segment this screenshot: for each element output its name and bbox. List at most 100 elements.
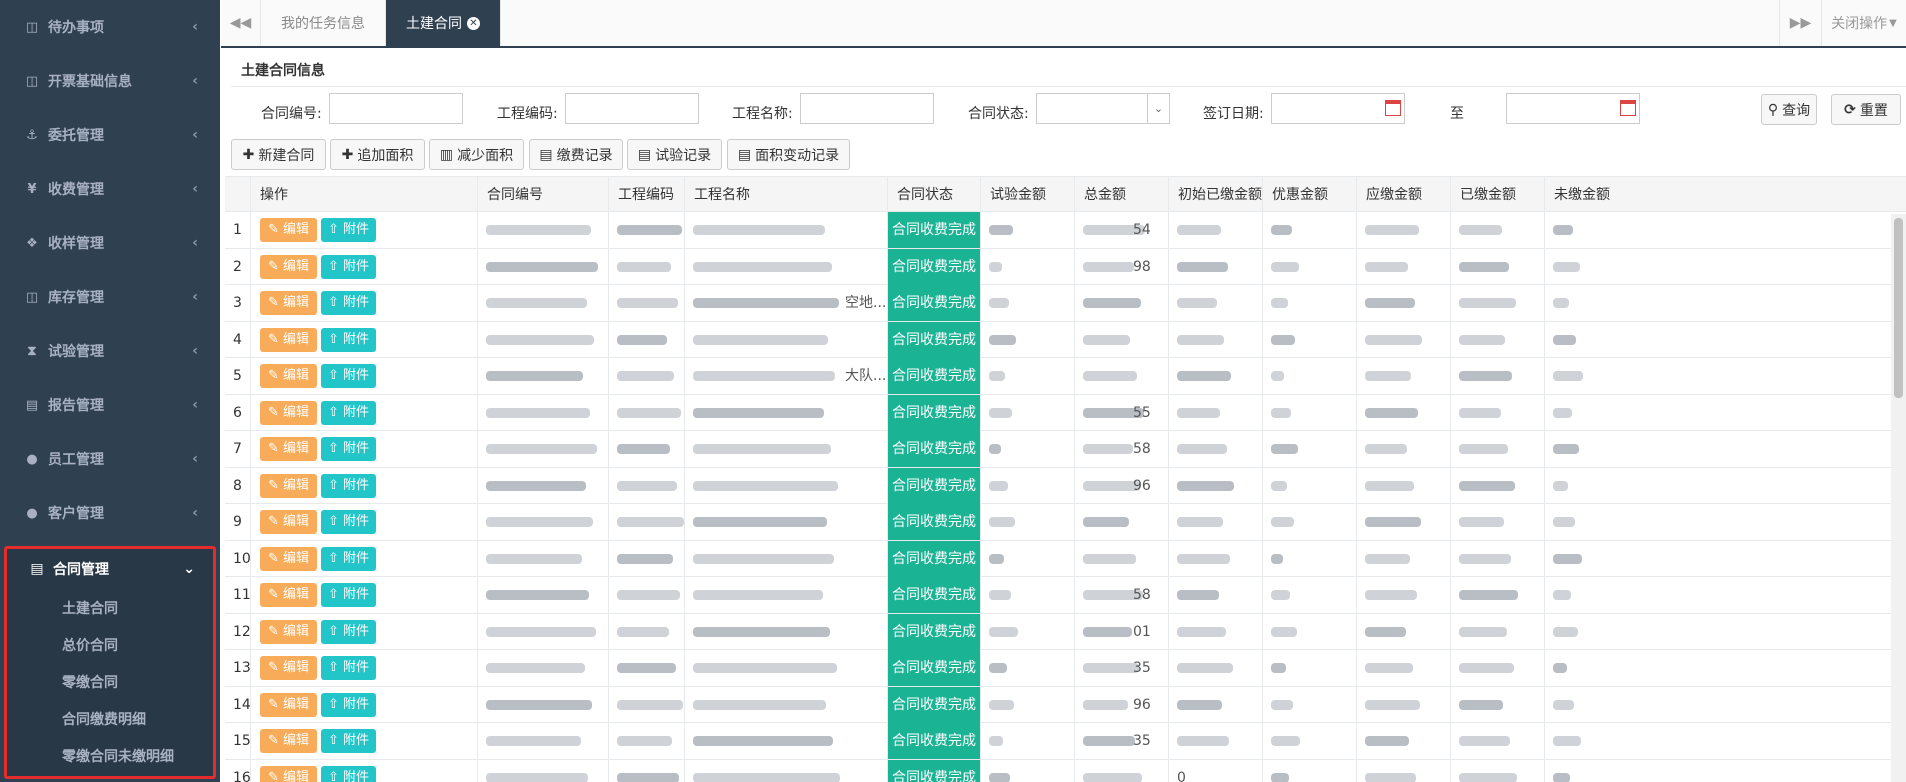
tab-my-tasks[interactable]: 我的任务信息 [261,0,386,46]
submenu-item[interactable]: 零缴合同 [7,663,213,700]
menu-item[interactable]: ◫ 库存管理 ‹ [0,270,220,324]
edit-button[interactable]: ✎ 编辑 [260,327,317,352]
edit-button[interactable]: ✎ 编辑 [260,291,317,315]
contract-no-input[interactable] [329,93,463,124]
contract-status-select[interactable]: ⌄ [1036,93,1170,124]
attachment-button[interactable]: ⇧ 附件 [321,473,376,498]
edit-button[interactable]: ✎ 编辑 [260,619,317,644]
attachment-button[interactable]: ⇧ 附件 [321,254,376,279]
edit-button[interactable]: ✎ 编辑 [260,729,317,753]
table-cell [1544,650,1604,686]
project-code-input[interactable] [565,93,699,124]
menu-item[interactable]: ● 客户管理 ‹ [0,486,220,540]
attachment-label: 附件 [343,441,370,456]
column-header[interactable]: 合同状态 [887,177,980,213]
submenu-item[interactable]: 合同缴费明细 [7,700,213,737]
attachment-button[interactable]: ⇧ 附件 [321,437,376,461]
attachment-label: 附件 [343,623,370,639]
masked-value [1553,444,1579,454]
edit-button[interactable]: ✎ 编辑 [260,400,317,425]
attachment-button[interactable]: ⇧ 附件 [321,583,376,607]
edit-button[interactable]: ✎ 编辑 [260,546,317,571]
scrollbar-thumb[interactable] [1894,218,1903,398]
attachment-button[interactable]: ⇧ 附件 [321,656,376,680]
masked-value [486,480,586,491]
total-suffix: 58 [1133,441,1151,457]
table-cell [1544,723,1604,759]
menu-item[interactable]: ⚓ 委托管理 ‹ [0,108,220,162]
attachment-button[interactable]: ⇧ 附件 [321,510,376,534]
edit-button[interactable]: ✎ 编辑 [260,473,317,498]
test-records-button[interactable]: ▤ 试验记录 [627,139,722,170]
edit-button[interactable]: ✎ 编辑 [260,437,317,461]
column-header[interactable]: 合同编号 [477,177,608,213]
edit-button[interactable]: ✎ 编辑 [260,656,317,680]
menu-item[interactable]: ● 员工管理 ‹ [0,432,220,486]
menu-item[interactable]: ⧗ 试验管理 ‹ [0,324,220,378]
close-operations-dropdown[interactable]: 关闭操作 ▼ [1821,0,1906,46]
table-cell [1544,321,1604,358]
edit-button[interactable]: ✎ 编辑 [260,765,317,782]
submenu-item[interactable]: 土建合同 [7,589,213,626]
menu-item-contract-management[interactable]: ▤ 合同管理 ⌄ [7,549,213,589]
tabs-scroll-left-button[interactable]: ◀◀ [221,0,261,46]
table-cell [1450,540,1544,577]
sign-date-start-input[interactable] [1271,93,1405,124]
column-header[interactable]: 工程名称 [684,177,887,213]
attachment-button[interactable]: ⇧ 附件 [321,546,376,571]
edit-button[interactable]: ✎ 编辑 [260,364,317,388]
edit-button[interactable]: ✎ 编辑 [260,692,317,717]
column-header[interactable]: 未缴金额 [1544,177,1610,213]
attachment-button[interactable]: ⇧ 附件 [321,327,376,352]
calendar-icon[interactable] [1385,100,1401,116]
column-header[interactable]: 初始已缴金额 [1168,177,1262,213]
masked-value [693,480,838,491]
menu-item[interactable]: ◫ 开票基础信息 ‹ [0,54,220,108]
edit-button[interactable]: ✎ 编辑 [260,583,317,607]
masked-value [1365,699,1420,710]
area-change-records-button[interactable]: ▤ 面积变动记录 [727,139,850,170]
project-name-input[interactable] [800,93,934,124]
operations-cell: ✎ 编辑 ⇧ 附件 [250,285,477,321]
search-button[interactable]: ⚲ 查询 [1761,94,1817,125]
reset-button[interactable]: ⟳ 重置 [1831,94,1901,125]
attachment-button[interactable]: ⇧ 附件 [321,765,376,782]
column-header[interactable]: 操作 [250,177,477,213]
edit-button[interactable]: ✎ 编辑 [260,218,317,242]
menu-item[interactable]: ◫ 待办事项 ‹ [0,0,220,54]
reduce-area-button[interactable]: ▥ 减少面积 [429,139,524,170]
attachment-button[interactable]: ⇧ 附件 [321,400,376,425]
attachment-button[interactable]: ⇧ 附件 [321,729,376,753]
menu-item[interactable]: ❖ 收样管理 ‹ [0,216,220,270]
column-header[interactable]: 试验金额 [980,177,1074,213]
reduce-area-label: 减少面积 [457,147,514,164]
attachment-button[interactable]: ⇧ 附件 [321,619,376,644]
attachment-button[interactable]: ⇧ 附件 [321,692,376,717]
row-number: 16 [233,769,250,782]
column-header[interactable]: 优惠金额 [1262,177,1356,213]
attachment-button[interactable]: ⇧ 附件 [321,218,376,242]
column-header[interactable]: 应缴金额 [1356,177,1450,213]
table-cell [477,431,608,467]
new-contract-button[interactable]: ✚ 新建合同 [231,139,326,170]
tabs-scroll-right-button[interactable]: ▶▶ [1779,0,1821,46]
payment-records-button[interactable]: ▤ 缴费记录 [529,139,623,170]
calendar-icon[interactable] [1620,100,1636,116]
menu-item[interactable]: ▤ 报告管理 ‹ [0,378,220,432]
edit-button[interactable]: ✎ 编辑 [260,254,317,279]
edit-button[interactable]: ✎ 编辑 [260,510,317,534]
tab-civil-contract[interactable]: 土建合同 ✕ [386,0,501,46]
masked-value [1459,480,1515,491]
add-area-button[interactable]: ✚ 追加面积 [330,139,425,170]
submenu-item[interactable]: 零缴合同未缴明细 [7,737,213,774]
close-icon[interactable]: ✕ [467,16,480,30]
sign-date-end-input[interactable] [1506,93,1640,124]
submenu-item[interactable]: 总价合同 [7,626,213,663]
attachment-button[interactable]: ⇧ 附件 [321,291,376,315]
column-header[interactable]: 已缴金额 [1450,177,1544,213]
column-header[interactable]: 总金额 [1074,177,1168,213]
menu-item[interactable]: ¥ 收费管理 ‹ [0,162,220,216]
masked-value [693,444,831,454]
attachment-button[interactable]: ⇧ 附件 [321,364,376,388]
column-header[interactable]: 工程编码 [608,177,684,213]
